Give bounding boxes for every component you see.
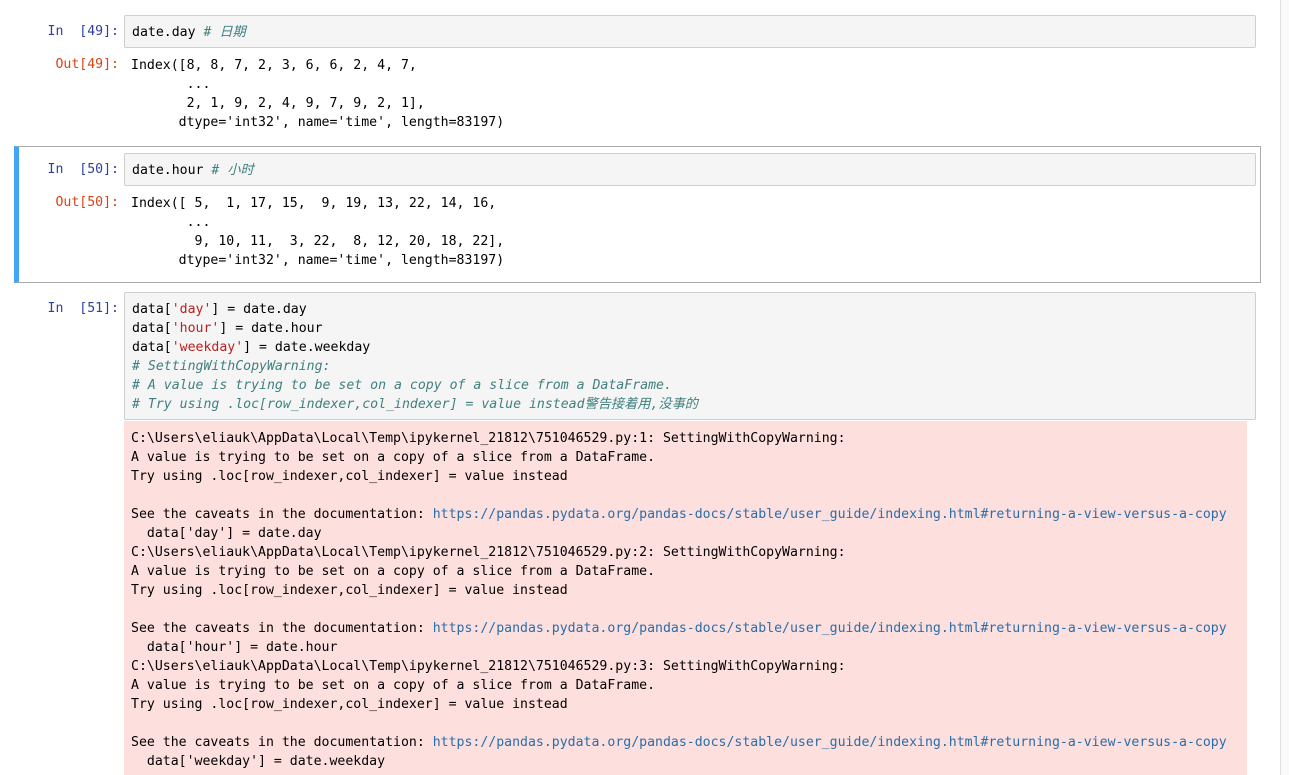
code-token: data[ xyxy=(132,302,172,317)
output-line: 2, 1, 9, 2, 4, 9, 7, 9, 2, 1], xyxy=(131,96,425,111)
output-prompt: Out[50]: xyxy=(55,195,119,210)
output-line: dtype='int32', name='time', length=83197… xyxy=(131,115,505,130)
warning-source: data['hour'] = date.hour xyxy=(131,640,338,655)
output-prompt: Out[49]: xyxy=(55,57,119,72)
warning-source: data['day'] = date.day xyxy=(131,526,322,541)
code-editor[interactable]: date.day # 日期 xyxy=(124,15,1256,48)
code-editor[interactable]: date.hour # 小时 xyxy=(124,153,1256,186)
output-line: 9, 10, 11, 3, 22, 8, 12, 20, 18, 22], xyxy=(131,234,505,249)
code-text: date.day xyxy=(132,25,196,40)
docs-link[interactable]: https://pandas.pydata.org/pandas-docs/st… xyxy=(433,735,1227,750)
string-literal: 'hour' xyxy=(171,321,220,336)
code-text: date.hour xyxy=(132,163,204,178)
input-prompt: In [51]: xyxy=(47,301,119,316)
code-editor[interactable]: data['day'] = date.day data['hour'] = da… xyxy=(124,292,1256,420)
warning-hint: Try using .loc[row_indexer,col_indexer] … xyxy=(131,583,568,598)
see-docs-text: See the caveats in the documentation: xyxy=(131,507,433,522)
warning-message: A value is trying to be set on a copy of… xyxy=(131,450,656,465)
code-cell-49[interactable]: In [49]: date.day # 日期 Out[49]: Index([8… xyxy=(14,10,1261,135)
warning-source: data['weekday'] = date.weekday xyxy=(131,754,386,769)
output-line: ... xyxy=(131,215,211,230)
code-comment: # A value is trying to be set on a copy … xyxy=(132,378,672,393)
docs-link[interactable]: https://pandas.pydata.org/pandas-docs/st… xyxy=(433,507,1227,522)
code-comment: # SettingWithCopyWarning: xyxy=(132,359,331,374)
output-area: Index([ 5, 1, 17, 15, 9, 19, 13, 22, 14,… xyxy=(131,194,504,270)
notebook-container: In [49]: date.day # 日期 Out[49]: Index([8… xyxy=(0,0,1281,775)
code-line: data['weekday'] = date.weekday xyxy=(132,338,1255,357)
output-area: Index([8, 8, 7, 2, 3, 6, 6, 2, 4, 7, ...… xyxy=(131,56,504,132)
code-token: ] = date.weekday xyxy=(243,340,371,355)
output-line: ... xyxy=(131,77,211,92)
code-line: data['day'] = date.day xyxy=(132,300,1255,319)
warning-message: A value is trying to be set on a copy of… xyxy=(131,678,656,693)
input-prompt: In [49]: xyxy=(47,24,119,39)
code-comment: # 日期 xyxy=(203,25,246,40)
code-token: ] = date.day xyxy=(211,302,307,317)
warning-path: C:\Users\eliauk\AppData\Local\Temp\ipyke… xyxy=(131,431,846,446)
see-docs-text: See the caveats in the documentation: xyxy=(131,735,433,750)
string-literal: 'weekday' xyxy=(171,340,244,355)
vertical-scrollbar[interactable] xyxy=(1281,0,1289,775)
output-line: Index([ 5, 1, 17, 15, 9, 19, 13, 22, 14,… xyxy=(131,196,497,211)
warning-message: A value is trying to be set on a copy of… xyxy=(131,564,656,579)
warning-path: C:\Users\eliauk\AppData\Local\Temp\ipyke… xyxy=(131,659,846,674)
code-token: data[ xyxy=(132,321,172,336)
code-token: ] = date.hour xyxy=(219,321,323,336)
warning-hint: Try using .loc[row_indexer,col_indexer] … xyxy=(131,469,568,484)
code-cell-51[interactable]: In [51]: data['day'] = date.day data['ho… xyxy=(14,288,1261,775)
warning-hint: Try using .loc[row_indexer,col_indexer] … xyxy=(131,697,568,712)
stderr-output: C:\Users\eliauk\AppData\Local\Temp\ipyke… xyxy=(124,421,1247,775)
code-line: data['hour'] = date.hour xyxy=(132,319,1255,338)
output-line: Index([8, 8, 7, 2, 3, 6, 6, 2, 4, 7, xyxy=(131,58,417,73)
warning-see-docs: See the caveats in the documentation: ht… xyxy=(131,733,1247,752)
code-comment: # Try using .loc[row_indexer,col_indexer… xyxy=(132,397,698,412)
code-cell-50[interactable]: In [50]: date.hour # 小时 Out[50]: Index([… xyxy=(14,146,1261,283)
docs-link[interactable]: https://pandas.pydata.org/pandas-docs/st… xyxy=(433,621,1227,636)
string-literal: 'day' xyxy=(171,302,212,317)
code-line: date.hour # 小时 xyxy=(132,161,1255,180)
code-token: data[ xyxy=(132,340,172,355)
warning-see-docs: See the caveats in the documentation: ht… xyxy=(131,619,1247,638)
input-prompt: In [50]: xyxy=(47,162,119,177)
warning-path: C:\Users\eliauk\AppData\Local\Temp\ipyke… xyxy=(131,545,846,560)
code-line: date.day # 日期 xyxy=(132,23,1255,42)
see-docs-text: See the caveats in the documentation: xyxy=(131,621,433,636)
warning-see-docs: See the caveats in the documentation: ht… xyxy=(131,505,1247,524)
output-line: dtype='int32', name='time', length=83197… xyxy=(131,253,505,268)
code-comment: # 小时 xyxy=(211,163,254,178)
